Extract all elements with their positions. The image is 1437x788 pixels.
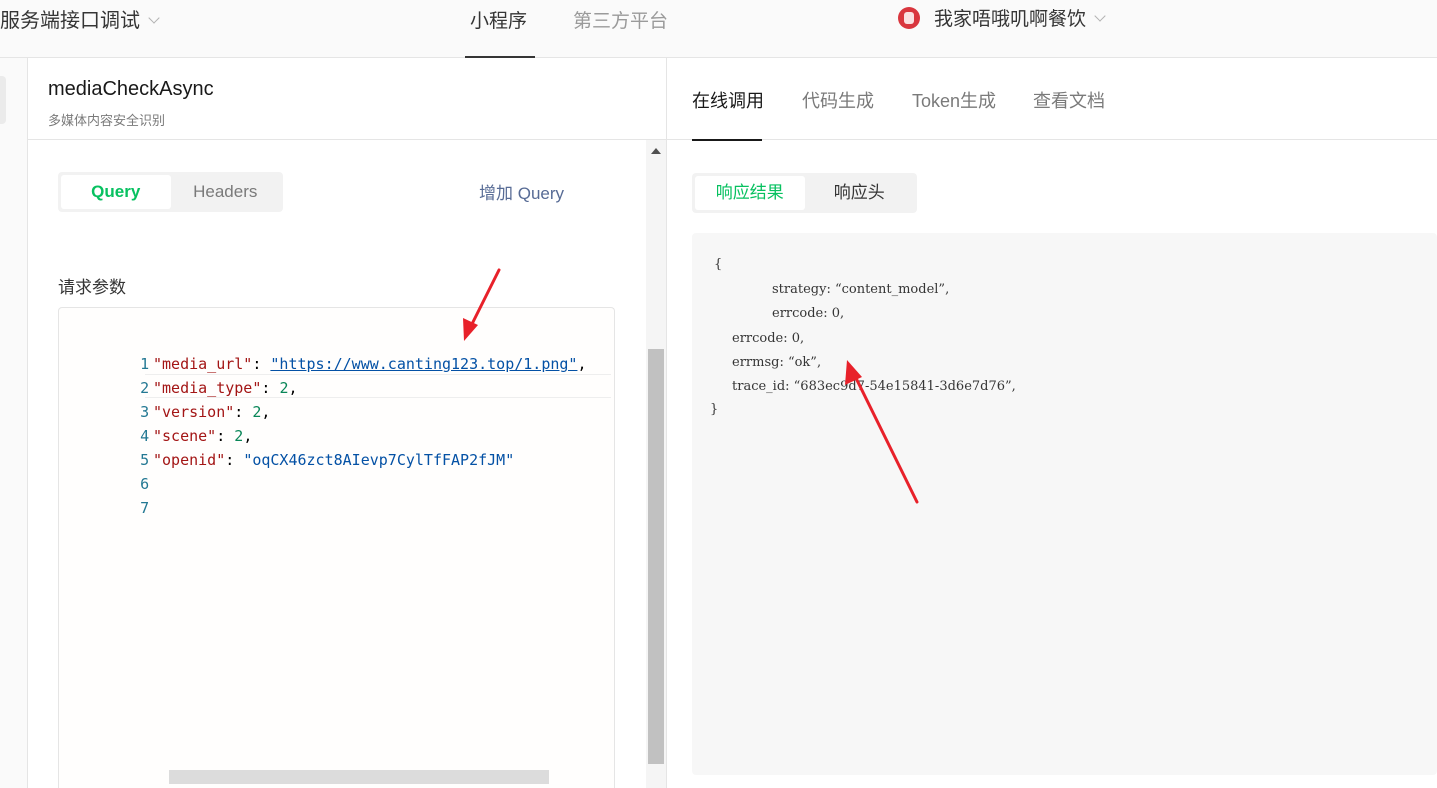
- request-params-editor[interactable]: 1 2 "media_url": "https://www.canting123…: [58, 307, 615, 788]
- right-panel-tabs: 在线调用 代码生成 Token生成 查看文档: [667, 58, 1437, 141]
- top-bar: 服务端接口调试 小程序 第三方平台 我家唔哦叽啊餐饮: [0, 0, 1437, 58]
- line-number: 7: [140, 499, 150, 517]
- json-key: "media_type": [153, 379, 262, 397]
- app-title: 服务端接口调试: [0, 10, 140, 32]
- tab-third-party-platform[interactable]: 第三方平台: [573, 6, 668, 33]
- request-params-label: 请求参数: [58, 278, 126, 297]
- sidebar-toggle[interactable]: [0, 76, 6, 124]
- editor-horizontal-scrollbar[interactable]: [169, 770, 549, 784]
- code-line: 1: [59, 328, 149, 373]
- response-seg-control: 响应结果 响应头: [692, 173, 917, 213]
- tab-response-headers[interactable]: 响应头: [805, 176, 915, 210]
- json-key: "scene": [153, 427, 217, 445]
- result-line: errcode: 0,: [772, 306, 845, 321]
- tab-online-call[interactable]: 在线调用: [692, 87, 764, 113]
- scrollbar-thumb[interactable]: [648, 349, 664, 764]
- json-key: "version": [153, 403, 235, 421]
- code-line: 5 "scene": 2,: [59, 424, 252, 469]
- active-tab-indicator: [692, 139, 762, 141]
- result-line: strategy: “content_model”,: [772, 282, 950, 297]
- tab-mini-program[interactable]: 小程序: [470, 6, 527, 33]
- side-gutter: [0, 58, 28, 788]
- result-line: errmsg: “ok”,: [732, 355, 822, 370]
- code-line: 6 "openid": "oqCX46zct8AIevp7CylTfFAP2fJ…: [59, 448, 514, 493]
- account-name: 我家唔哦叽啊餐饮: [934, 9, 1087, 30]
- chevron-down-icon: [1094, 10, 1106, 22]
- result-line: trace_id: “683ec9d7-54e15841-3d6e7d76”,: [732, 379, 1016, 394]
- tab-headers[interactable]: Headers: [171, 175, 281, 209]
- json-value: "https://www.canting123.top/1.png": [270, 355, 578, 373]
- code-line: 3 "media_type": 2,: [59, 376, 297, 421]
- code-line: 7: [59, 472, 149, 517]
- tab-token-generation[interactable]: Token生成: [912, 87, 996, 113]
- tab-view-docs[interactable]: 查看文档: [1033, 87, 1105, 113]
- account-switcher[interactable]: 我家唔哦叽啊餐饮: [898, 4, 1106, 31]
- json-key: "media_url": [153, 355, 253, 373]
- result-line: {: [714, 257, 723, 272]
- app-title-dropdown[interactable]: 服务端接口调试: [0, 4, 160, 33]
- api-name: mediaCheckAsync: [48, 78, 214, 100]
- account-logo-icon: [898, 7, 920, 29]
- scroll-up-arrow-icon[interactable]: [651, 148, 661, 154]
- add-query-button[interactable]: 增加 Query: [479, 179, 564, 204]
- tab-code-generation[interactable]: 代码生成: [802, 87, 874, 113]
- chevron-down-icon: [148, 12, 160, 24]
- json-value: "oqCX46zct8AIevp7CylTfFAP2fJM": [243, 451, 515, 469]
- api-header: mediaCheckAsync 多媒体内容安全识别: [28, 58, 666, 140]
- code-line: 2 "media_url": "https://www.canting123.t…: [59, 352, 586, 397]
- api-description: 多媒体内容安全识别: [48, 113, 166, 128]
- json-key: "openid": [153, 451, 226, 469]
- request-seg-control: Query Headers: [58, 172, 283, 212]
- tab-query[interactable]: Query: [61, 175, 171, 209]
- json-value: 2: [234, 427, 244, 445]
- result-line: }: [710, 402, 719, 417]
- panel-divider: [666, 58, 667, 788]
- result-line: errcode: 0,: [732, 331, 805, 346]
- response-result-panel: { strategy: “content_model”, errcode: 0,…: [692, 233, 1437, 775]
- code-line: 4 "version": 2,: [59, 400, 270, 445]
- tab-response-result[interactable]: 响应结果: [695, 176, 805, 210]
